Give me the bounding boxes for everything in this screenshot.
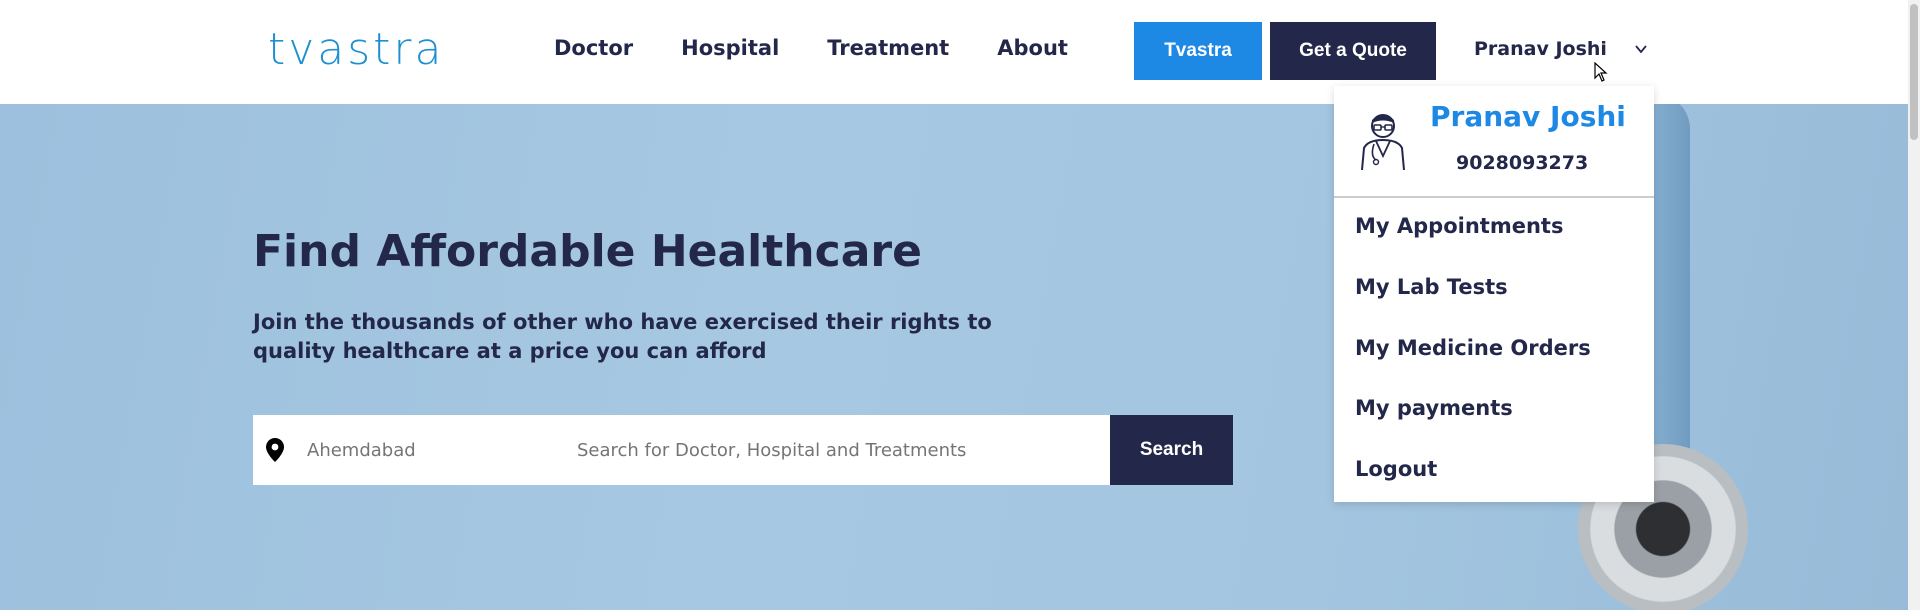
menu-item-my-appointments[interactable]: My Appointments <box>1355 214 1563 238</box>
tvastra-logo[interactable]: tvastra <box>268 23 445 75</box>
get-a-quote-button[interactable]: Get a Quote <box>1270 22 1436 80</box>
main-nav: Doctor Hospital Treatment About <box>554 36 1116 60</box>
doctor-avatar-icon <box>1361 114 1405 170</box>
dropdown-user-name: Pranav Joshi <box>1430 100 1626 133</box>
nav-treatment[interactable]: Treatment <box>827 36 949 60</box>
tvastra-button[interactable]: Tvastra <box>1134 22 1262 80</box>
nav-hospital[interactable]: Hospital <box>681 36 779 60</box>
user-profile-card: Pranav Joshi 9028093273 <box>1334 86 1654 198</box>
user-dropdown-menu: Pranav Joshi 9028093273 My Appointments … <box>1334 86 1654 502</box>
logo-text: tvastra <box>268 23 445 75</box>
user-name: Pranav Joshi <box>1474 38 1607 60</box>
dropdown-user-phone: 9028093273 <box>1456 152 1589 174</box>
search-button[interactable]: Search <box>1110 415 1233 485</box>
search-input[interactable] <box>571 415 1110 485</box>
user-menu-toggle[interactable]: Pranav Joshi <box>1474 38 1647 60</box>
nav-about[interactable]: About <box>997 36 1068 60</box>
hero-subtitle: Join the thousands of other who have exe… <box>253 310 992 363</box>
location-input[interactable] <box>297 415 571 485</box>
search-bar: Search <box>253 415 1233 485</box>
menu-item-my-payments[interactable]: My payments <box>1355 396 1513 420</box>
chevron-down-icon <box>1635 45 1647 54</box>
hero-title: Find Affordable Healthcare <box>253 226 922 277</box>
nav-doctor[interactable]: Doctor <box>554 36 633 60</box>
mouse-cursor-icon <box>1594 62 1608 82</box>
location-pin-icon <box>253 415 297 485</box>
menu-item-logout[interactable]: Logout <box>1355 457 1437 481</box>
menu-item-my-medicine-orders[interactable]: My Medicine Orders <box>1355 336 1591 360</box>
menu-item-my-lab-tests[interactable]: My Lab Tests <box>1355 275 1508 299</box>
scrollbar-thumb[interactable] <box>1910 4 1918 140</box>
page-scrollbar[interactable] <box>1908 0 1920 610</box>
